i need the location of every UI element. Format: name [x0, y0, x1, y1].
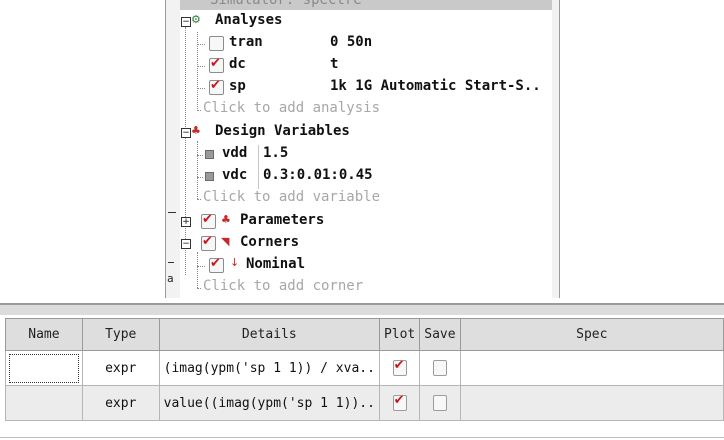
left-strip-text: a — [167, 272, 174, 285]
design-variables-label: Design Variables — [215, 123, 350, 139]
output-details-cell[interactable]: value((imag(ypm('sp 1 1)).. — [158, 385, 380, 421]
output-details-cell[interactable]: (imag(ypm('sp 1 1)) / xva.. — [158, 350, 380, 386]
variable-vdc-name[interactable]: vdc — [222, 167, 247, 189]
output-name-cell[interactable] — [5, 385, 83, 421]
analysis-tran-name[interactable]: tran — [229, 34, 263, 56]
output-type-cell[interactable]: expr — [81, 350, 160, 386]
analyses-label: Analyses — [215, 12, 283, 28]
outputs-panel-header — [0, 305, 724, 315]
variable-icon — [205, 150, 214, 159]
table-row[interactable]: expr value((imag(ypm('sp 1 1)).. — [5, 385, 724, 421]
column-header-plot[interactable]: Plot — [378, 318, 421, 351]
variable-vdc-value[interactable]: 0.3:0.01:0.45 — [258, 167, 373, 189]
output-name-cell[interactable] — [5, 350, 83, 386]
column-header-spec[interactable]: Spec — [459, 318, 724, 351]
output-type-cell[interactable]: expr — [81, 385, 160, 421]
analysis-sp-args[interactable]: 1k 1G Automatic Start-S.. — [330, 78, 541, 100]
column-header-name[interactable]: Name — [5, 318, 83, 351]
save-checkbox[interactable] — [432, 360, 447, 376]
table-row[interactable]: expr (imag(ypm('sp 1 1)) / xva.. — [5, 350, 724, 386]
analysis-dc-checkbox[interactable] — [209, 56, 224, 73]
column-header-type[interactable]: Type — [81, 318, 160, 351]
analysis-dc-args[interactable]: t — [330, 56, 338, 78]
design-variables-icon: ♣ — [191, 124, 201, 137]
left-strip-mark — [168, 212, 176, 213]
analysis-sp-name[interactable]: sp — [229, 78, 246, 100]
output-plot-cell[interactable] — [378, 385, 421, 421]
output-save-cell[interactable] — [419, 350, 461, 386]
corners-icon: ◥ — [221, 235, 230, 248]
parameters-label: Parameters — [240, 212, 325, 228]
tree-view[interactable]: Simulator: spectre − ⚙ Analyses tran 0 5… — [180, 0, 552, 298]
corner-nominal-checkbox[interactable] — [209, 256, 224, 273]
analyses-icon: ⚙ — [191, 13, 201, 26]
collapse-corners-toggle[interactable]: − — [181, 239, 191, 249]
output-plot-cell[interactable] — [378, 350, 421, 386]
tree-header: Simulator: spectre — [180, 0, 552, 10]
analysis-tran-checkbox[interactable] — [209, 36, 224, 51]
variable-vdd-name[interactable]: vdd — [222, 145, 247, 167]
output-save-cell[interactable] — [419, 385, 461, 421]
plot-checkbox[interactable] — [392, 358, 407, 376]
outputs-header-row: Name Type Details Plot Save Spec — [5, 318, 724, 351]
corner-icon: ↓ — [230, 256, 240, 269]
add-analysis-placeholder[interactable]: Click to add analysis — [203, 100, 380, 122]
analysis-tran-args[interactable]: 0 50n — [330, 34, 372, 56]
parameters-checkbox[interactable] — [201, 212, 216, 229]
expand-parameters-toggle[interactable]: + — [181, 217, 191, 227]
collapse-analyses-toggle[interactable]: − — [181, 17, 191, 27]
column-header-save[interactable]: Save — [419, 318, 461, 351]
output-spec-cell[interactable] — [459, 385, 724, 421]
add-variable-placeholder[interactable]: Click to add variable — [203, 189, 380, 211]
plot-checkbox[interactable] — [392, 393, 407, 411]
variable-icon — [205, 172, 214, 181]
parameters-icon: ♣ — [221, 213, 231, 226]
variable-vdd-value[interactable]: 1.5 — [258, 145, 288, 167]
analysis-sp-checkbox[interactable] — [209, 78, 224, 95]
left-strip-mark — [168, 262, 174, 263]
add-corner-placeholder[interactable]: Click to add corner — [203, 278, 363, 298]
tree-header-text: Simulator: spectre — [210, 0, 362, 8]
column-header-details[interactable]: Details — [158, 318, 380, 351]
outputs-panel: Name Type Details Plot Save Spec expr (i… — [0, 303, 724, 440]
simulation-setup-tree-panel: a Simulator: spectre − ⚙ Analyses tran 0… — [165, 0, 560, 298]
corners-label: Corners — [240, 234, 300, 250]
corners-checkbox[interactable] — [201, 234, 216, 251]
analysis-dc-name[interactable]: dc — [229, 56, 246, 78]
corner-nominal-name[interactable]: Nominal — [246, 256, 305, 278]
output-spec-cell[interactable] — [459, 350, 724, 386]
collapse-design-variables-toggle[interactable]: − — [181, 128, 191, 138]
save-checkbox[interactable] — [432, 395, 447, 411]
outputs-table: Name Type Details Plot Save Spec expr (i… — [5, 318, 724, 421]
